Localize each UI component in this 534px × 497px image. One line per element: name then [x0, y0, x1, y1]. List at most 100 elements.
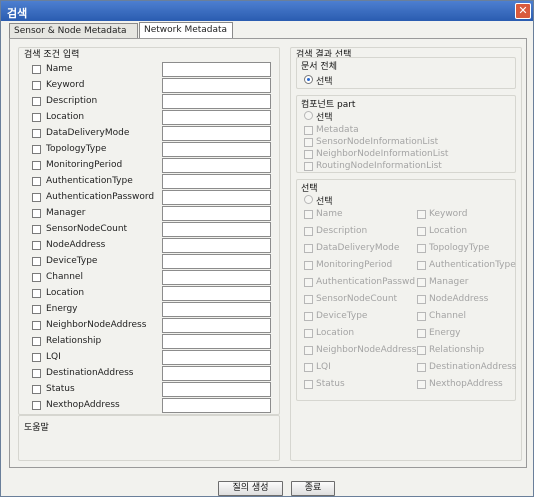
condition-checkbox[interactable]	[32, 289, 41, 298]
condition-input[interactable]	[162, 254, 271, 269]
condition-label: DataDeliveryMode	[46, 128, 130, 138]
field-label: Manager	[429, 277, 469, 287]
condition-checkbox[interactable]	[32, 305, 41, 314]
condition-input[interactable]	[162, 270, 271, 285]
condition-input[interactable]	[162, 206, 271, 221]
condition-checkbox[interactable]	[32, 209, 41, 218]
condition-checkbox[interactable]	[32, 369, 41, 378]
tab-sensor-node-metadata[interactable]: Sensor & Node Metadata	[9, 23, 138, 38]
condition-checkbox[interactable]	[32, 81, 41, 90]
component-select-radio[interactable]	[304, 111, 313, 120]
field-select-radio[interactable]	[304, 195, 313, 204]
doc-section-title: 문서 전체	[301, 62, 337, 72]
condition-checkbox[interactable]	[32, 129, 41, 138]
condition-input[interactable]	[162, 382, 271, 397]
condition-label: TopologyType	[46, 144, 107, 154]
field-checkbox[interactable]	[417, 346, 426, 355]
condition-label: NexthopAddress	[46, 400, 120, 410]
help-group: 도움말	[18, 415, 280, 461]
generate-query-button[interactable]: 질의 생성	[218, 481, 283, 496]
tab-content: 검색 조건 입력 Name Keyword Description Location D…	[9, 38, 527, 468]
tab-network-metadata[interactable]: Network Metadata	[139, 22, 233, 39]
condition-input[interactable]	[162, 142, 271, 157]
condition-input[interactable]	[162, 350, 271, 365]
condition-checkbox[interactable]	[32, 65, 41, 74]
condition-input[interactable]	[162, 158, 271, 173]
condition-input[interactable]	[162, 286, 271, 301]
title-bar: 검색 ✕	[1, 1, 533, 21]
condition-input[interactable]	[162, 334, 271, 349]
condition-checkbox[interactable]	[32, 273, 41, 282]
close-icon[interactable]: ✕	[515, 3, 531, 19]
condition-input[interactable]	[162, 222, 271, 237]
field-checkbox[interactable]	[304, 363, 313, 372]
condition-checkbox[interactable]	[32, 257, 41, 266]
condition-input[interactable]	[162, 398, 271, 413]
doc-select-radio[interactable]	[304, 75, 313, 84]
condition-input[interactable]	[162, 190, 271, 205]
condition-checkbox[interactable]	[32, 401, 41, 410]
field-label: Location	[316, 328, 355, 338]
field-label: Description	[316, 226, 368, 236]
field-label: LQI	[316, 362, 331, 372]
field-label: AuthenticationType	[429, 260, 516, 270]
component-checkbox[interactable]	[304, 150, 313, 159]
field-checkbox[interactable]	[304, 261, 313, 270]
component-checkbox[interactable]	[304, 126, 313, 135]
field-checkbox[interactable]	[304, 329, 313, 338]
field-checkbox[interactable]	[304, 227, 313, 236]
field-checkbox[interactable]	[304, 312, 313, 321]
condition-checkbox[interactable]	[32, 145, 41, 154]
condition-input[interactable]	[162, 78, 271, 93]
condition-label: DeviceType	[46, 256, 98, 266]
component-label: NeighborNodeInformationList	[316, 149, 449, 159]
field-checkbox[interactable]	[417, 312, 426, 321]
condition-input[interactable]	[162, 366, 271, 381]
field-checkbox[interactable]	[417, 380, 426, 389]
field-checkbox[interactable]	[417, 244, 426, 253]
component-checkbox[interactable]	[304, 138, 313, 147]
condition-checkbox[interactable]	[32, 113, 41, 122]
component-checkbox[interactable]	[304, 162, 313, 171]
field-checkbox[interactable]	[304, 295, 313, 304]
field-checkbox[interactable]	[417, 210, 426, 219]
condition-checkbox[interactable]	[32, 337, 41, 346]
doc-section: 문서 전체 선택	[296, 57, 516, 89]
condition-input[interactable]	[162, 62, 271, 77]
condition-input[interactable]	[162, 302, 271, 317]
field-checkbox[interactable]	[417, 295, 426, 304]
field-checkbox[interactable]	[304, 244, 313, 253]
condition-input[interactable]	[162, 94, 271, 109]
field-checkbox[interactable]	[304, 346, 313, 355]
condition-checkbox[interactable]	[32, 97, 41, 106]
condition-input[interactable]	[162, 126, 271, 141]
condition-input[interactable]	[162, 110, 271, 125]
field-checkbox[interactable]	[417, 329, 426, 338]
field-checkbox[interactable]	[304, 380, 313, 389]
field-label: DestinationAddress	[429, 362, 517, 372]
condition-input[interactable]	[162, 238, 271, 253]
field-checkbox[interactable]	[304, 278, 313, 287]
close-button[interactable]: 종료	[291, 481, 335, 496]
condition-input[interactable]	[162, 318, 271, 333]
search-window: 검색 ✕ Sensor & Node Metadata Network Meta…	[0, 0, 534, 497]
condition-input[interactable]	[162, 174, 271, 189]
condition-checkbox[interactable]	[32, 177, 41, 186]
field-select-label: 선택	[316, 197, 333, 207]
condition-checkbox[interactable]	[32, 353, 41, 362]
doc-select-label: 선택	[316, 77, 333, 87]
condition-checkbox[interactable]	[32, 385, 41, 394]
condition-checkbox[interactable]	[32, 161, 41, 170]
field-checkbox[interactable]	[417, 261, 426, 270]
field-checkbox[interactable]	[417, 278, 426, 287]
condition-checkbox[interactable]	[32, 193, 41, 202]
field-checkbox[interactable]	[417, 227, 426, 236]
condition-label: Energy	[46, 304, 78, 314]
condition-label: Name	[46, 64, 73, 74]
field-checkbox[interactable]	[417, 363, 426, 372]
condition-checkbox[interactable]	[32, 321, 41, 330]
field-checkbox[interactable]	[304, 210, 313, 219]
condition-label: Keyword	[46, 80, 85, 90]
condition-checkbox[interactable]	[32, 225, 41, 234]
condition-checkbox[interactable]	[32, 241, 41, 250]
